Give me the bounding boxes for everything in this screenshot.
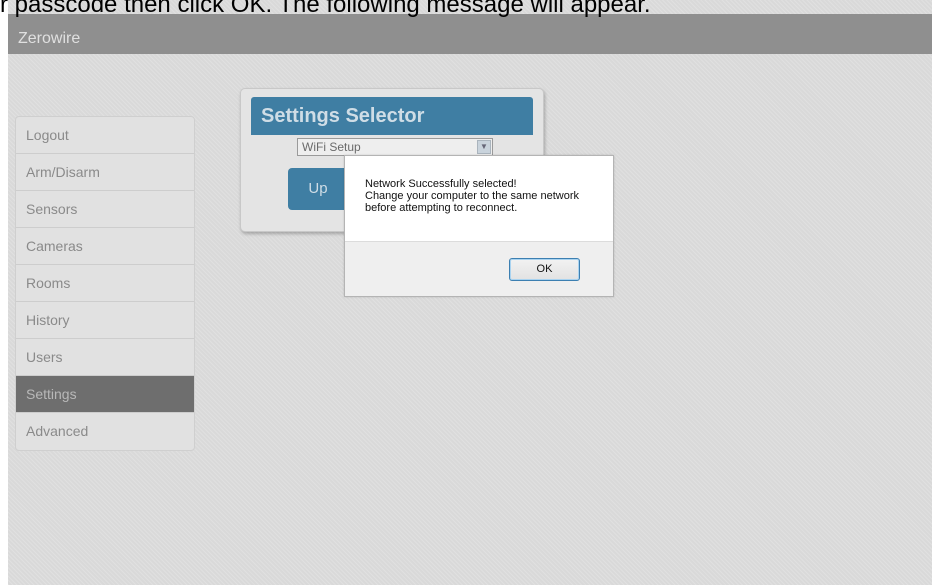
sidebar-item-logout[interactable]: Logout <box>16 117 194 154</box>
settings-select-value: WiFi Setup <box>302 140 361 154</box>
sidebar-item-users[interactable]: Users <box>16 339 194 376</box>
sidebar-item-settings[interactable]: Settings <box>16 376 194 413</box>
ok-button[interactable]: OK <box>509 258 580 281</box>
alert-message-line-1: Network Successfully selected! <box>365 178 517 190</box>
alert-dialog: Network Successfully selected! Change yo… <box>344 155 614 297</box>
settings-select[interactable]: WiFi Setup ▼ <box>297 138 493 156</box>
sidebar-item-advanced[interactable]: Advanced <box>16 413 194 450</box>
app-frame: Zerowire Logout Arm/Disarm Sensors Camer… <box>8 0 932 585</box>
sidebar-item-rooms[interactable]: Rooms <box>16 265 194 302</box>
settings-selector-header: Settings Selector <box>251 97 533 135</box>
sidebar-item-sensors[interactable]: Sensors <box>16 191 194 228</box>
top-navbar: Zerowire <box>8 14 932 54</box>
sidebar-item-cameras[interactable]: Cameras <box>16 228 194 265</box>
sidebar-nav: Logout Arm/Disarm Sensors Cameras Rooms … <box>15 116 195 451</box>
sidebar-item-history[interactable]: History <box>16 302 194 339</box>
alert-message: Network Successfully selected! Change yo… <box>365 178 579 214</box>
alert-message-line-3: before attempting to reconnect. <box>365 202 518 214</box>
alert-dialog-body: Network Successfully selected! Change yo… <box>345 156 613 241</box>
app-brand[interactable]: Zerowire <box>18 30 80 48</box>
chevron-down-icon[interactable]: ▼ <box>477 140 491 154</box>
alert-dialog-footer: OK <box>345 241 613 296</box>
alert-message-line-2: Change your computer to the same network <box>365 190 580 202</box>
sidebar-item-arm-disarm[interactable]: Arm/Disarm <box>16 154 194 191</box>
settings-selector-title: Settings Selector <box>261 105 425 127</box>
instruction-caption: r passcode then click OK. The following … <box>0 0 651 18</box>
